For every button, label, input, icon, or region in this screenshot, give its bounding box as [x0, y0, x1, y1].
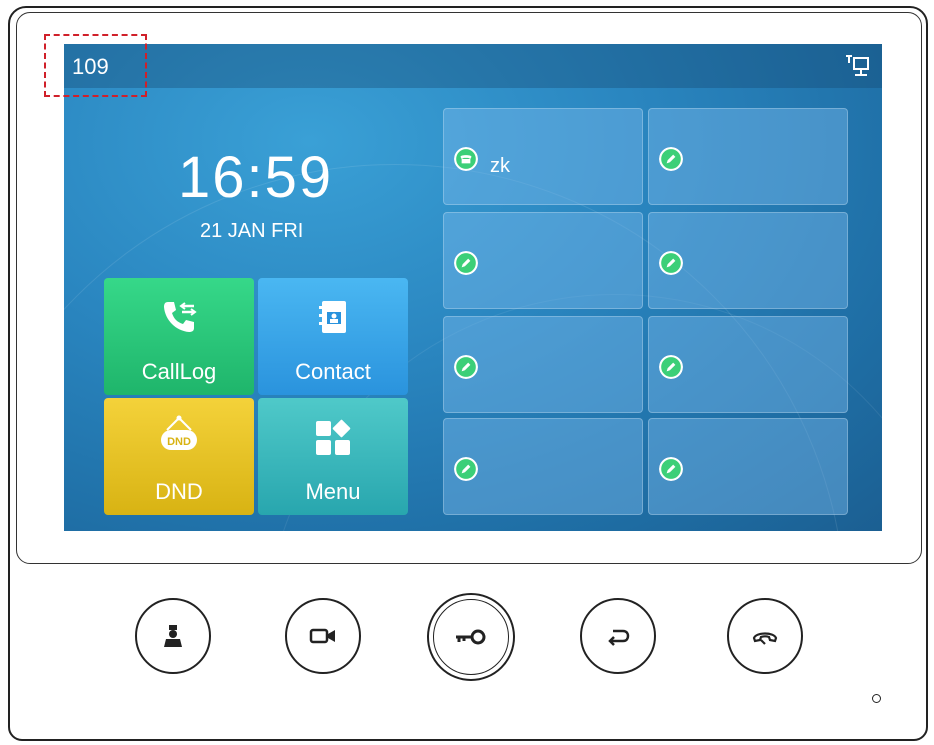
dss-key-2[interactable] [648, 108, 848, 205]
tile-contact-label: Contact [295, 359, 371, 384]
microphone-hole [872, 694, 881, 703]
tile-menu[interactable]: Menu [258, 398, 408, 515]
back-button[interactable] [580, 598, 656, 674]
dss-key-1[interactable]: zk [443, 108, 643, 205]
edit-icon [659, 355, 683, 379]
line-phone-icon [454, 147, 478, 171]
camera-icon [309, 628, 335, 644]
tile-dnd-label: DND [155, 479, 203, 504]
dss-key-label: zk [490, 155, 510, 177]
dnd-icon: DND [161, 415, 197, 450]
dss-key-7[interactable] [443, 418, 643, 515]
monitor-button[interactable] [135, 598, 211, 674]
edit-icon [659, 457, 683, 481]
network-icon [846, 55, 869, 76]
contact-book-icon [319, 301, 346, 333]
camera-button[interactable] [285, 598, 361, 674]
key-icon [456, 629, 486, 645]
clock-time: 16:59 [178, 145, 334, 210]
dss-key-5[interactable] [443, 316, 643, 413]
monitor-person-icon [164, 625, 182, 647]
edit-icon [659, 251, 683, 275]
hang-up-button[interactable] [727, 598, 803, 674]
edit-icon [454, 355, 478, 379]
tile-calllog-label: CallLog [141, 359, 217, 384]
edit-icon [454, 457, 478, 481]
tile-contact[interactable]: Contact [258, 278, 408, 395]
edit-icon [659, 147, 683, 171]
status-bar: 109 [64, 44, 882, 88]
call-log-icon [164, 302, 197, 332]
hang-up-icon [752, 632, 778, 645]
tile-dnd[interactable]: DND DND [104, 398, 254, 515]
back-icon [608, 629, 630, 646]
dss-key-6[interactable] [648, 316, 848, 413]
dss-key-8[interactable] [648, 418, 848, 515]
dss-key-3[interactable] [443, 212, 643, 309]
menu-grid-icon [316, 419, 351, 455]
unlock-button[interactable] [427, 593, 515, 681]
tile-calllog[interactable]: CallLog [104, 278, 254, 395]
edit-icon [454, 251, 478, 275]
svg-text:DND: DND [167, 436, 191, 448]
tile-menu-label: Menu [305, 479, 361, 504]
dss-key-4[interactable] [648, 212, 848, 309]
annotation-highlight [44, 34, 147, 97]
clock-date: 21 JAN FRI [200, 220, 304, 242]
